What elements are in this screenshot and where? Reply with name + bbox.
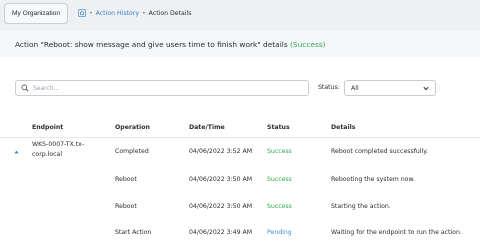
datetime-cell: 04/06/2022 3:50 AM [189,203,253,210]
operation-cell: Start Action [115,229,152,236]
column-header-datetime[interactable]: Date/Time [189,124,225,131]
status-filter-label: Status: [318,84,340,91]
breadcrumb-separator: • [142,9,146,17]
breadcrumb: • Action History • Action Details [78,7,191,19]
datetime-cell: 04/06/2022 3:49 AM [189,229,253,236]
status-cell: Pending [267,229,292,236]
endpoint-name-line1[interactable]: WKS-0007-TX.tx- [32,141,84,148]
status-cell: Success [267,148,292,155]
status-filter-select[interactable]: All [344,80,436,96]
column-header-status[interactable]: Status [267,124,290,131]
column-header-endpoint[interactable]: Endpoint [32,124,63,131]
page-title-text: Action "Reboot: show message and give us… [15,40,288,49]
endpoint-name-line2[interactable]: corp.local [32,151,62,158]
datetime-cell: 04/06/2022 3:52 AM [189,148,253,155]
breadcrumb-current: Action Details [148,9,192,17]
details-header: Action "Reboot: show message and give us… [0,31,480,57]
breadcrumb-link-action-history[interactable]: Action History [96,10,139,17]
search-icon [21,84,29,92]
details-cell: Starting the action. [331,203,391,210]
home-icon[interactable] [78,9,86,17]
datetime-cell: 04/06/2022 3:50 AM [189,176,253,183]
chevron-up-icon[interactable] [14,150,19,154]
chevron-down-icon [423,86,429,91]
breadcrumb-separator: • [89,9,93,17]
details-cell: Rebooting the system now. [331,176,415,183]
status-cell: Success [267,203,292,210]
organization-button[interactable]: My Organization [4,3,68,24]
operation-cell: Completed [115,148,149,155]
action-details-panel: Status: All Endpoint Operation Date/Time… [0,57,480,242]
status-cell: Success [267,176,292,183]
details-cell: Waiting for the endpoint to run the acti… [331,229,462,236]
operation-cell: Reboot [115,176,137,183]
operation-cell: Reboot [115,203,137,210]
page-title: Action "Reboot: show message and give us… [15,40,326,49]
column-header-details[interactable]: Details [331,124,355,131]
action-status-badge: (Success) [290,40,326,49]
details-cell: Reboot completed successfully. [331,148,429,155]
column-header-operation[interactable]: Operation [115,124,150,131]
top-bar: My Organization • Action History • Actio… [0,0,480,28]
status-filter-value: All [351,84,359,92]
search-box[interactable] [15,80,309,96]
table-header-divider [0,137,480,138]
search-input[interactable] [33,82,303,94]
